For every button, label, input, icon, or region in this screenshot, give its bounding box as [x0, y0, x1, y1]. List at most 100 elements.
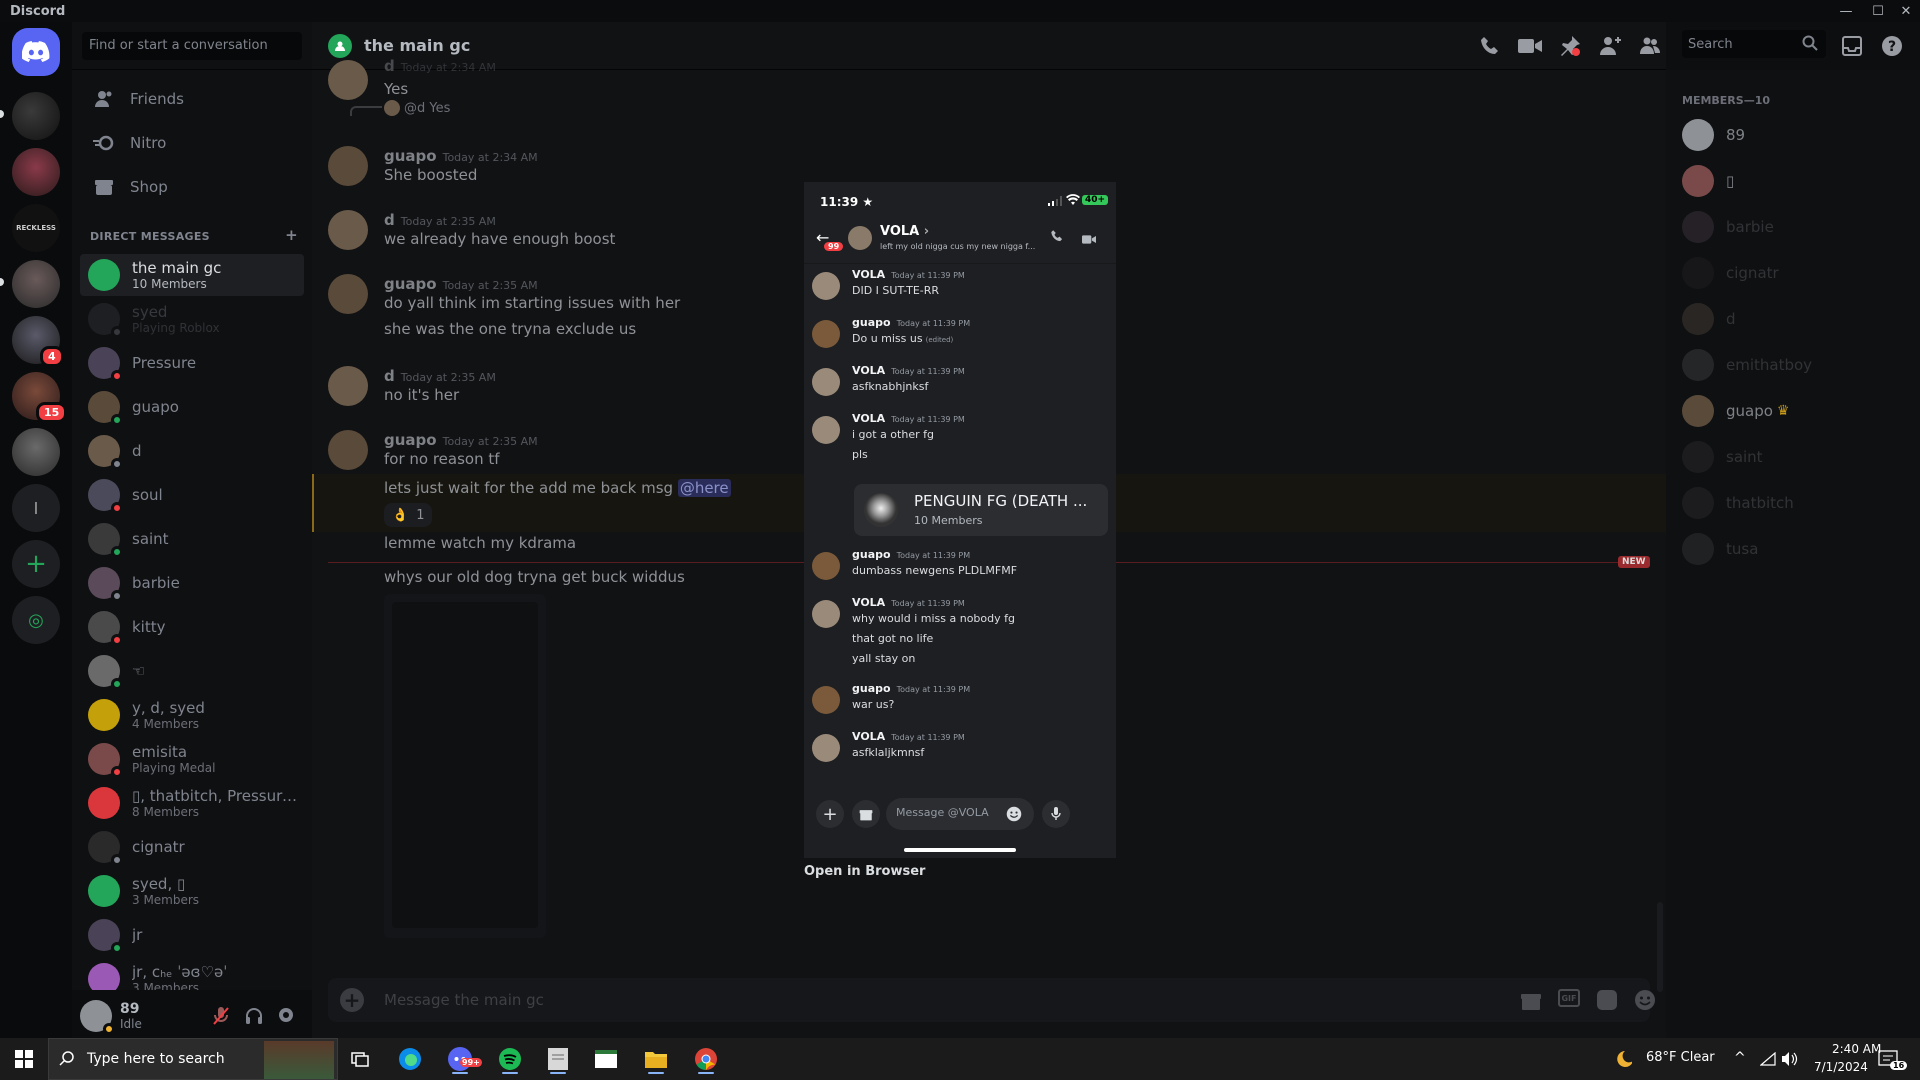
author-name: VOLA [852, 268, 886, 281]
gift-icon [852, 800, 880, 828]
chrome-icon[interactable] [690, 1043, 722, 1075]
unread-badge: 99 [824, 242, 844, 251]
taskbar-search-placeholder: Type here to search [87, 1051, 225, 1067]
message-time: Today at 11:39 PM [891, 733, 965, 742]
chevron-right-icon: › [923, 224, 930, 239]
notepad-icon[interactable] [542, 1043, 574, 1075]
phone-message-text: asfklaljkmnsf [852, 746, 924, 759]
phone-message-author: guapo Today at 11:39 PM [852, 682, 970, 695]
phone-input-bar: + Message @VOLA [804, 790, 1116, 838]
phone-message-field: Message @VOLA [886, 798, 1034, 830]
phone-call-icon [1050, 228, 1064, 247]
phone-input-placeholder: Message @VOLA [896, 806, 989, 819]
weather-moon-icon[interactable] [1606, 1043, 1638, 1075]
avatar [812, 686, 840, 714]
author-name: VOLA [852, 364, 886, 377]
message-line: asfklaljkmnsf [852, 746, 925, 759]
phone-message-text: i got a other fg [852, 428, 934, 441]
avatar [812, 320, 840, 348]
discord-taskbar-badge: 99+ [460, 1058, 482, 1067]
phone-message-author: VOLA Today at 11:39 PM [852, 364, 965, 377]
taskbar-search-box[interactable]: Type here to search [48, 1038, 338, 1080]
discord-taskbar-icon[interactable]: 99+ [444, 1043, 482, 1075]
wifi-icon [1066, 194, 1080, 208]
close-icon[interactable]: ✕ [1892, 0, 1920, 22]
avatar [812, 600, 840, 628]
volume-icon[interactable] [1774, 1043, 1806, 1075]
edited-tag: (edited) [925, 336, 954, 344]
author-name: VOLA [852, 412, 886, 425]
message-line: asfknabhjnksf [852, 380, 929, 393]
message-time: Today at 11:39 PM [896, 685, 971, 694]
avatar [812, 272, 840, 300]
message-line: Do u miss us [852, 332, 923, 345]
message-line: that got no life [852, 632, 934, 645]
chevron-up-icon[interactable]: ^ [1734, 1050, 1746, 1066]
phone-message-text: Do u miss us (edited) [852, 332, 953, 345]
avatar [812, 734, 840, 762]
discord-app: Discord — ☐ ✕ RECKLESS l + ◎ 4 15 Find o… [0, 0, 1920, 1080]
notifications-icon[interactable]: 16 [1872, 1043, 1908, 1075]
phone-message-author: VOLA Today at 11:39 PM [852, 412, 965, 425]
edge-browser-icon[interactable] [394, 1043, 426, 1075]
phone-message-author: VOLA Today at 11:39 PM [852, 730, 965, 743]
phone-video-icon [1082, 230, 1096, 249]
plus-icon: + [816, 800, 844, 828]
message-time: Today at 11:39 PM [891, 367, 965, 376]
image-preview: 11:39 ★ 40+ ← 99 VOLA › left my old nigg… [804, 182, 1116, 858]
phone-message-text: dumbass newgens PLDLMFMF [852, 564, 1017, 577]
search-icon [59, 1050, 75, 1070]
phone-time: 11:39 ★ [820, 195, 874, 209]
search-highlight-image [264, 1041, 334, 1079]
avatar [812, 416, 840, 444]
avatar [812, 368, 840, 396]
notification-count: 16 [1890, 1061, 1908, 1070]
signal-icon [1048, 195, 1062, 209]
spotify-icon[interactable] [494, 1043, 526, 1075]
clock-date[interactable]: 7/1/2024 [1814, 1060, 1868, 1074]
battery-icon: 40+ [1082, 195, 1109, 205]
app-window-icon[interactable] [590, 1043, 622, 1075]
maximize-icon[interactable]: ☐ [1864, 0, 1892, 22]
invite-card: PENGUIN FG (DEATH ... 10 Members [854, 484, 1108, 536]
phone-message-text: pls [852, 448, 868, 461]
message-line: war us? [852, 698, 895, 711]
open-in-browser-link[interactable]: Open in Browser [804, 864, 925, 879]
message-time: Today at 11:39 PM [891, 599, 965, 608]
emoji-icon [1006, 806, 1022, 826]
author-name: VOLA [852, 596, 886, 609]
phone-message-author: VOLA Today at 11:39 PM [852, 596, 965, 609]
phone-message-text: DID I SUT-TE-RR [852, 284, 939, 297]
message-line: i got a other fg [852, 428, 934, 441]
message-line: DID I SUT-TE-RR [852, 284, 940, 297]
phone-status-bar: 11:39 ★ 40+ [804, 182, 1116, 222]
contact-avatar [848, 226, 872, 250]
minimize-icon[interactable]: — [1832, 0, 1860, 22]
author-name: guapo [852, 682, 891, 695]
author-name: VOLA [852, 730, 886, 743]
phone-message-text: that got no life [852, 632, 933, 645]
task-view-icon[interactable] [344, 1043, 376, 1075]
phone-message-author: guapo Today at 11:39 PM [852, 316, 970, 329]
phone-message-text: war us? [852, 698, 894, 711]
phone-chat-header: ← 99 VOLA › left my old nigga cus my new… [804, 222, 1116, 264]
author-name: guapo [852, 316, 891, 329]
phone-message-text: yall stay on [852, 652, 915, 665]
file-explorer-icon[interactable] [640, 1043, 672, 1075]
active-indicator [698, 1072, 714, 1074]
contact-status: left my old nigga cus my new nigga f... [880, 242, 1036, 251]
message-line: why would i miss a nobody fg [852, 612, 1015, 625]
phone-message-text: why would i miss a nobody fg [852, 612, 1015, 625]
message-time: Today at 11:39 PM [891, 271, 965, 280]
active-indicator [648, 1072, 664, 1074]
contact-name: VOLA › [880, 224, 929, 239]
penguin-server-icon [864, 493, 898, 527]
weather-text[interactable]: 68°F Clear [1646, 1050, 1715, 1065]
invite-members: 10 Members [914, 514, 983, 527]
microphone-icon [1042, 800, 1070, 828]
invite-title: PENGUIN FG (DEATH ... [914, 492, 1088, 510]
title-bar: Discord — ☐ ✕ [0, 0, 1920, 22]
active-indicator [550, 1072, 566, 1074]
active-indicator [502, 1072, 518, 1074]
windows-start-icon[interactable] [8, 1043, 40, 1075]
